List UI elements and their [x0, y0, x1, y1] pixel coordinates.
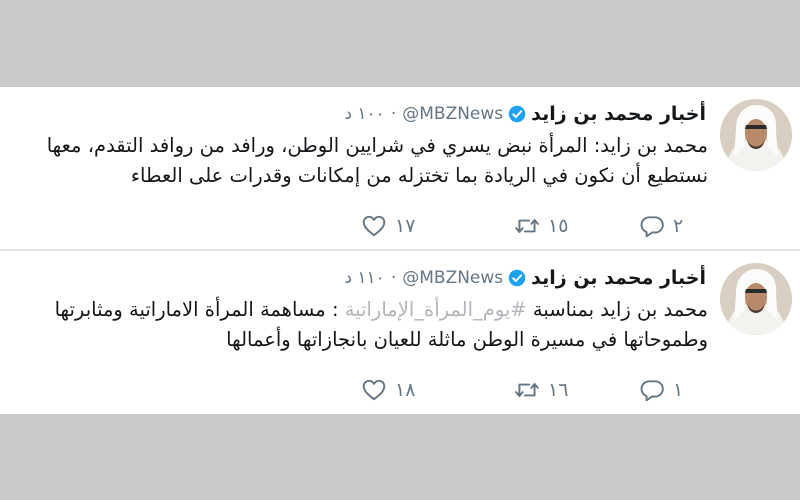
- tweet-text: محمد بن زايد بمناسبة #يوم_المرأة_الإمارا…: [8, 295, 708, 355]
- retweet-icon: [514, 377, 540, 403]
- retweet-button[interactable]: ١٦: [514, 375, 568, 405]
- heart-icon: [361, 213, 387, 239]
- tweet-feed: أخبار محمد بن زايد @MBZNews · ١٠٠ د محمد…: [0, 87, 800, 414]
- retweet-button[interactable]: ١٥: [514, 211, 568, 241]
- tweet-card[interactable]: أخبار محمد بن زايد @MBZNews · ١٠٠ د محمد…: [0, 87, 800, 251]
- verified-badge-icon: [508, 105, 526, 123]
- reply-button[interactable]: ٢: [639, 211, 683, 241]
- reply-icon: [639, 377, 665, 403]
- tweet-actions: ٢ ١٥ ١٧: [0, 211, 800, 241]
- hashtag-link[interactable]: #يوم_المرأة_الإماراتية: [345, 298, 527, 321]
- separator-dot: ·: [390, 268, 397, 288]
- retweet-icon: [514, 213, 540, 239]
- like-count: ١٧: [395, 215, 416, 237]
- tweet-card[interactable]: أخبار محمد بن زايد @MBZNews · ١١٠ د محمد…: [0, 251, 800, 413]
- separator-dot: ·: [390, 104, 397, 124]
- like-button[interactable]: ١٨: [361, 375, 415, 405]
- tweet-actions: ١ ١٦ ١٨: [0, 375, 800, 405]
- like-button[interactable]: ١٧: [361, 211, 415, 241]
- avatar[interactable]: [720, 99, 792, 171]
- verified-badge-icon: [508, 269, 526, 287]
- tweet-text: محمد بن زايد: المرأة نبض يسري في شرايين …: [8, 131, 708, 191]
- reply-count: ٢: [673, 215, 684, 237]
- like-count: ١٨: [395, 379, 416, 401]
- reply-icon: [639, 213, 665, 239]
- author-name[interactable]: أخبار محمد بن زايد: [531, 267, 706, 289]
- heart-icon: [361, 377, 387, 403]
- retweet-count: ١٥: [548, 215, 569, 237]
- tweet-header: أخبار محمد بن زايد @MBZNews · ١٠٠ د: [344, 101, 706, 127]
- tweet-text-main: محمد بن زايد بمناسبة: [526, 298, 708, 321]
- author-handle[interactable]: @MBZNews: [402, 104, 503, 124]
- tweet-timestamp[interactable]: ١٠٠ د: [344, 104, 384, 124]
- tweet-timestamp[interactable]: ١١٠ د: [344, 268, 384, 288]
- author-handle[interactable]: @MBZNews: [402, 268, 503, 288]
- avatar[interactable]: [720, 263, 792, 335]
- retweet-count: ١٦: [548, 379, 569, 401]
- tweet-header: أخبار محمد بن زايد @MBZNews · ١١٠ د: [344, 265, 706, 291]
- reply-button[interactable]: ١: [639, 375, 683, 405]
- reply-count: ١: [673, 379, 684, 401]
- author-name[interactable]: أخبار محمد بن زايد: [531, 103, 706, 125]
- tweet-text-main: محمد بن زايد: المرأة نبض يسري في شرايين …: [46, 134, 708, 187]
